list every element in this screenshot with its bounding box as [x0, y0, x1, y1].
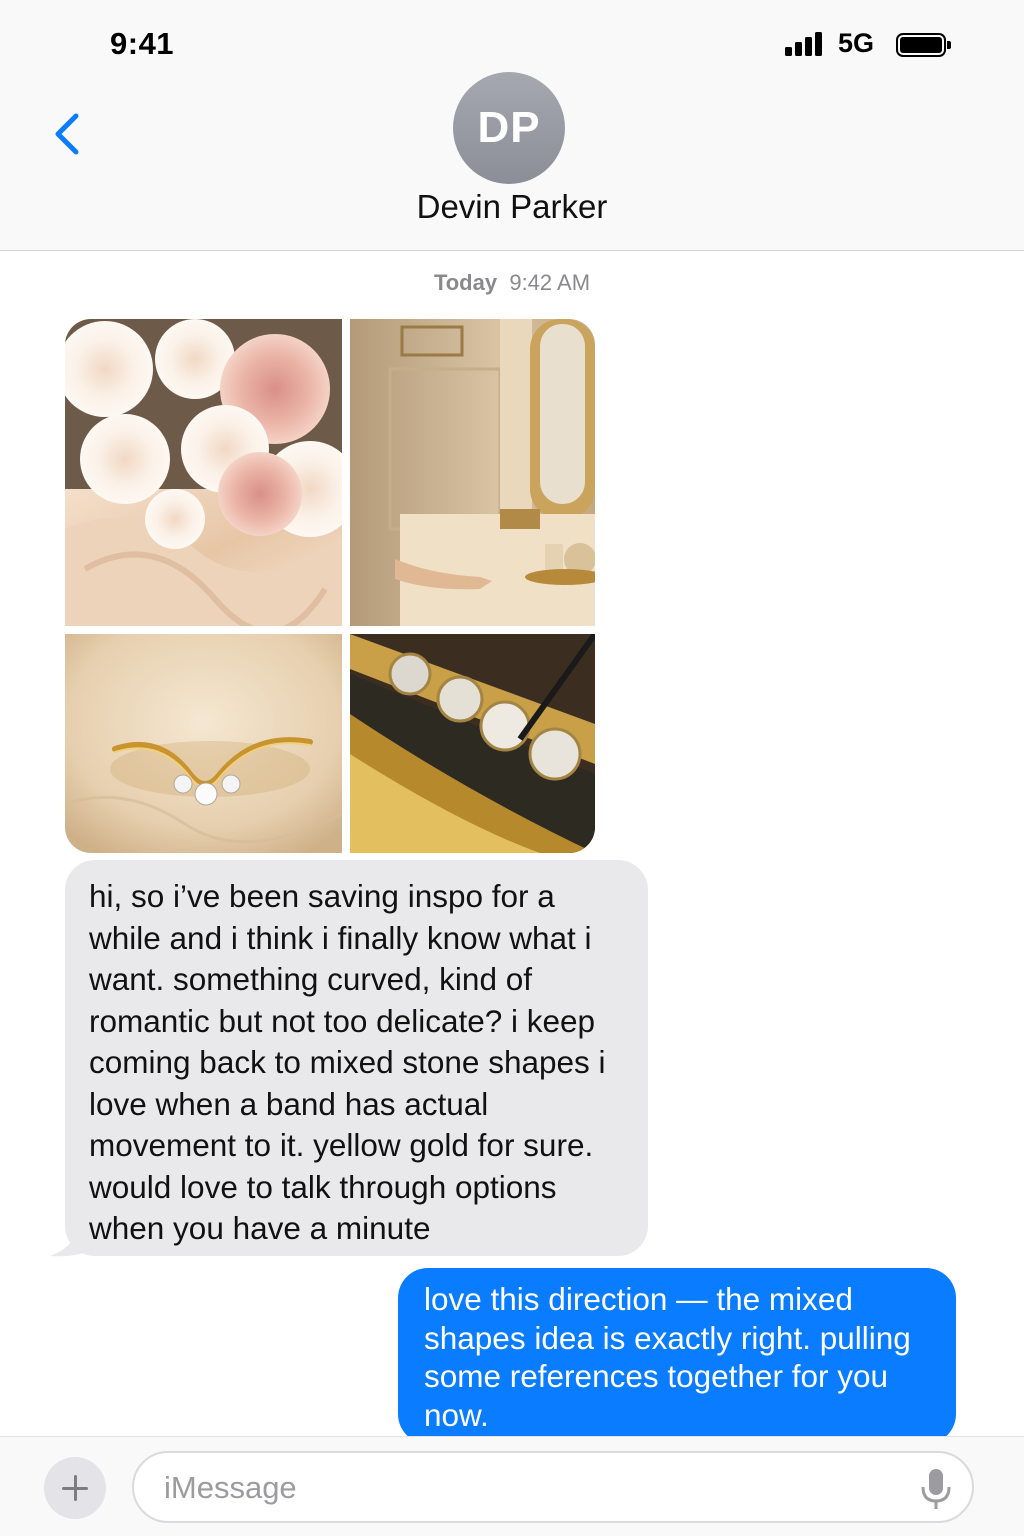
microphone-icon[interactable] — [918, 1467, 954, 1511]
contact-name[interactable]: Devin Parker — [0, 188, 1024, 226]
chevron-left-icon — [55, 113, 79, 155]
outgoing-message-bubble[interactable]: love this direction — the mixed shapes i… — [398, 1268, 956, 1444]
timestamp-time: 9:42 AM — [509, 270, 591, 295]
timestamp-day: Today — [433, 270, 498, 295]
message-field[interactable] — [132, 1451, 974, 1523]
curved-gold-ring-photo[interactable] — [65, 634, 342, 853]
gold-band-diamonds-closeup-photo[interactable] — [350, 634, 595, 853]
vanity-mirror-room-photo[interactable] — [350, 319, 595, 626]
photo-grid — [65, 319, 595, 853]
peony-flowers-silk-photo[interactable] — [65, 319, 342, 626]
cellular-signal-icon — [785, 32, 823, 56]
incoming-message-bubble[interactable]: hi, so i’ve been saving inspo for a whil… — [65, 860, 648, 1256]
back-button[interactable] — [48, 112, 92, 156]
message-timestamp: Today 9:42 AM — [0, 270, 1024, 296]
avatar[interactable]: DP — [453, 72, 565, 184]
network-type: 5G — [838, 28, 875, 58]
conversation-header: DP Devin Parker — [0, 72, 1024, 251]
add-attachment-button[interactable] — [44, 1457, 106, 1519]
message-input[interactable] — [164, 1463, 904, 1513]
battery-icon — [896, 33, 951, 57]
avatar-initials: DP — [477, 103, 541, 152]
status-time: 9:41 — [110, 26, 175, 61]
message-input-bar — [0, 1436, 1024, 1536]
